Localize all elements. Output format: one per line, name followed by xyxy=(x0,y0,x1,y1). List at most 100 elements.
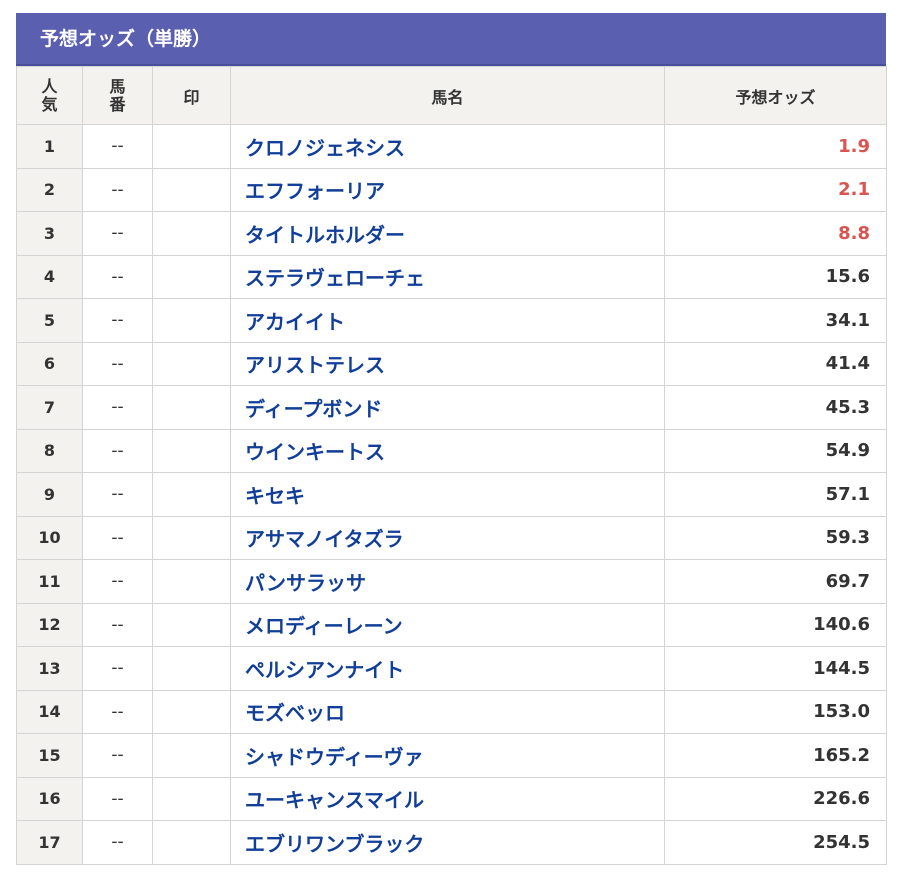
table-row: 14 -- モズベッロ 153.0 xyxy=(16,689,887,734)
horse-number-cell: -- xyxy=(82,428,153,473)
table-row: 3 -- タイトルホルダー 8.8 xyxy=(16,211,887,256)
odds-cell: 41.4 xyxy=(664,341,887,386)
odds-panel: 予想オッズ（単勝） 人気 馬番 印 馬名 予想オッズ 1 -- クロノジェネシス 1.… xyxy=(16,13,887,865)
horse-name-link[interactable]: シャドウディーヴァ xyxy=(230,733,665,778)
header-popularity: 人気 xyxy=(16,66,83,125)
horse-number-cell: -- xyxy=(82,254,153,299)
odds-cell: 54.9 xyxy=(664,428,887,473)
mark-cell[interactable] xyxy=(152,515,231,560)
rank-cell: 8 xyxy=(16,428,83,473)
mark-cell[interactable] xyxy=(152,211,231,256)
rank-cell: 11 xyxy=(16,559,83,604)
odds-cell: 254.5 xyxy=(664,820,887,865)
odds-cell: 140.6 xyxy=(664,602,887,647)
horse-name-link[interactable]: エブリワンブラック xyxy=(230,820,665,865)
horse-name-link[interactable]: ペルシアンナイト xyxy=(230,646,665,691)
horse-number-cell: -- xyxy=(82,776,153,821)
horse-number-cell: -- xyxy=(82,298,153,343)
rank-cell: 15 xyxy=(16,733,83,778)
rank-cell: 3 xyxy=(16,211,83,256)
horse-name-link[interactable]: パンサラッサ xyxy=(230,559,665,604)
table-row: 1 -- クロノジェネシス 1.9 xyxy=(16,124,887,169)
rank-cell: 13 xyxy=(16,646,83,691)
table-row: 15 -- シャドウディーヴァ 165.2 xyxy=(16,733,887,778)
horse-name-link[interactable]: エフフォーリア xyxy=(230,167,665,212)
odds-cell: 165.2 xyxy=(664,733,887,778)
odds-cell: 2.1 xyxy=(664,167,887,212)
horse-name-link[interactable]: ディープボンド xyxy=(230,385,665,430)
horse-number-cell: -- xyxy=(82,733,153,778)
horse-number-cell: -- xyxy=(82,211,153,256)
odds-cell: 15.6 xyxy=(664,254,887,299)
mark-cell[interactable] xyxy=(152,298,231,343)
rank-cell: 16 xyxy=(16,776,83,821)
horse-name-link[interactable]: キセキ xyxy=(230,472,665,517)
horse-number-cell: -- xyxy=(82,341,153,386)
mark-cell[interactable] xyxy=(152,341,231,386)
horse-name-link[interactable]: タイトルホルダー xyxy=(230,211,665,256)
rank-cell: 4 xyxy=(16,254,83,299)
odds-table: 人気 馬番 印 馬名 予想オッズ 1 -- クロノジェネシス 1.9 2 -- エフフォーリ… xyxy=(16,66,887,865)
rank-cell: 5 xyxy=(16,298,83,343)
table-row: 8 -- ウインキートス 54.9 xyxy=(16,428,887,473)
mark-cell[interactable] xyxy=(152,559,231,604)
table-row: 17 -- エブリワンブラック 254.5 xyxy=(16,820,887,865)
horse-name-link[interactable]: ユーキャンスマイル xyxy=(230,776,665,821)
mark-cell[interactable] xyxy=(152,733,231,778)
horse-name-link[interactable]: アカイイト xyxy=(230,298,665,343)
rank-cell: 12 xyxy=(16,602,83,647)
mark-cell[interactable] xyxy=(152,124,231,169)
horse-number-cell: -- xyxy=(82,167,153,212)
rank-cell: 1 xyxy=(16,124,83,169)
horse-number-cell: -- xyxy=(82,646,153,691)
table-row: 13 -- ペルシアンナイト 144.5 xyxy=(16,646,887,691)
horse-name-link[interactable]: クロノジェネシス xyxy=(230,124,665,169)
mark-cell[interactable] xyxy=(152,776,231,821)
rank-cell: 2 xyxy=(16,167,83,212)
rank-cell: 10 xyxy=(16,515,83,560)
horse-name-link[interactable]: アリストテレス xyxy=(230,341,665,386)
horse-number-cell: -- xyxy=(82,515,153,560)
header-odds: 予想オッズ xyxy=(664,66,887,125)
mark-cell[interactable] xyxy=(152,602,231,647)
odds-cell: 1.9 xyxy=(664,124,887,169)
mark-cell[interactable] xyxy=(152,167,231,212)
mark-cell[interactable] xyxy=(152,472,231,517)
odds-cell: 34.1 xyxy=(664,298,887,343)
table-body: 1 -- クロノジェネシス 1.9 2 -- エフフォーリア 2.1 3 -- タイトルホルダー 8.… xyxy=(16,124,887,865)
horse-number-cell: -- xyxy=(82,472,153,517)
horse-name-link[interactable]: アサマノイタズラ xyxy=(230,515,665,560)
rank-cell: 9 xyxy=(16,472,83,517)
mark-cell[interactable] xyxy=(152,820,231,865)
header-horse-name: 馬名 xyxy=(230,66,665,125)
table-row: 7 -- ディープボンド 45.3 xyxy=(16,385,887,430)
odds-cell: 59.3 xyxy=(664,515,887,560)
horse-name-link[interactable]: モズベッロ xyxy=(230,689,665,734)
horse-name-link[interactable]: メロディーレーン xyxy=(230,602,665,647)
horse-name-link[interactable]: ステラヴェローチェ xyxy=(230,254,665,299)
table-row: 4 -- ステラヴェローチェ 15.6 xyxy=(16,254,887,299)
rank-cell: 6 xyxy=(16,341,83,386)
rank-cell: 14 xyxy=(16,689,83,734)
mark-cell[interactable] xyxy=(152,689,231,734)
panel-title: 予想オッズ（単勝） xyxy=(16,13,886,66)
horse-number-cell: -- xyxy=(82,689,153,734)
horse-number-cell: -- xyxy=(82,385,153,430)
odds-cell: 69.7 xyxy=(664,559,887,604)
odds-cell: 45.3 xyxy=(664,385,887,430)
mark-cell[interactable] xyxy=(152,646,231,691)
mark-cell[interactable] xyxy=(152,254,231,299)
horse-name-link[interactable]: ウインキートス xyxy=(230,428,665,473)
odds-cell: 226.6 xyxy=(664,776,887,821)
odds-cell: 8.8 xyxy=(664,211,887,256)
odds-cell: 57.1 xyxy=(664,472,887,517)
table-row: 10 -- アサマノイタズラ 59.3 xyxy=(16,515,887,560)
horse-number-cell: -- xyxy=(82,124,153,169)
odds-cell: 144.5 xyxy=(664,646,887,691)
table-row: 2 -- エフフォーリア 2.1 xyxy=(16,167,887,212)
rank-cell: 17 xyxy=(16,820,83,865)
table-row: 11 -- パンサラッサ 69.7 xyxy=(16,559,887,604)
mark-cell[interactable] xyxy=(152,385,231,430)
table-row: 9 -- キセキ 57.1 xyxy=(16,472,887,517)
mark-cell[interactable] xyxy=(152,428,231,473)
